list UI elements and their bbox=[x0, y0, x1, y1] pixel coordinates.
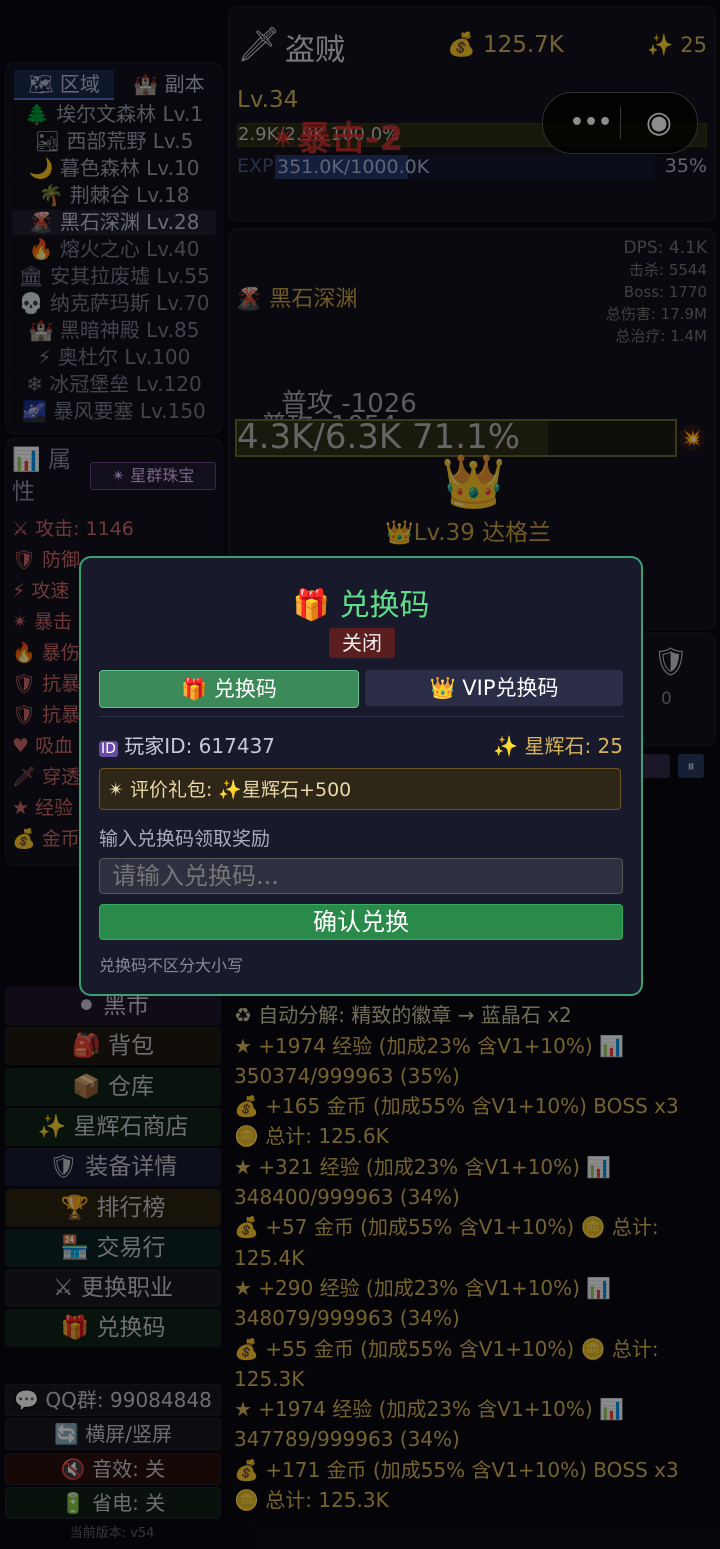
redeem-code-input[interactable] bbox=[99, 858, 623, 894]
close-button[interactable]: 关闭 bbox=[329, 628, 395, 658]
confirm-redeem-button[interactable]: 确认兑换 bbox=[99, 904, 623, 940]
id-icon: ID bbox=[99, 741, 118, 757]
review-gift-banner[interactable]: ✴ 评价礼包: ✨星辉石+500 bbox=[99, 768, 621, 810]
crown-icon: 👑 bbox=[429, 676, 456, 700]
case-note: 兑换码不区分大小写 bbox=[99, 956, 244, 975]
tab-vip-code[interactable]: 👑 VIP兑换码 bbox=[365, 670, 623, 706]
instruction-text: 输入兑换码领取奖励 bbox=[99, 828, 271, 850]
sparkle-icon: ✨ bbox=[493, 734, 519, 758]
divider bbox=[99, 716, 623, 717]
player-id: ID 玩家ID: 617437 bbox=[99, 734, 276, 758]
modal-title: 🎁 兑换码 bbox=[292, 588, 430, 623]
gift-icon: 🎁 bbox=[181, 677, 208, 701]
tab-redeem-code[interactable]: 🎁 兑换码 bbox=[99, 670, 359, 708]
gift-icon: 🎁 bbox=[292, 588, 330, 623]
redeem-code-modal: 🎁 兑换码 关闭 🎁 兑换码 👑 VIP兑换码 ID 玩家ID: 617437 … bbox=[79, 556, 643, 996]
star-stone-count: ✨ 星辉石: 25 bbox=[493, 734, 623, 758]
